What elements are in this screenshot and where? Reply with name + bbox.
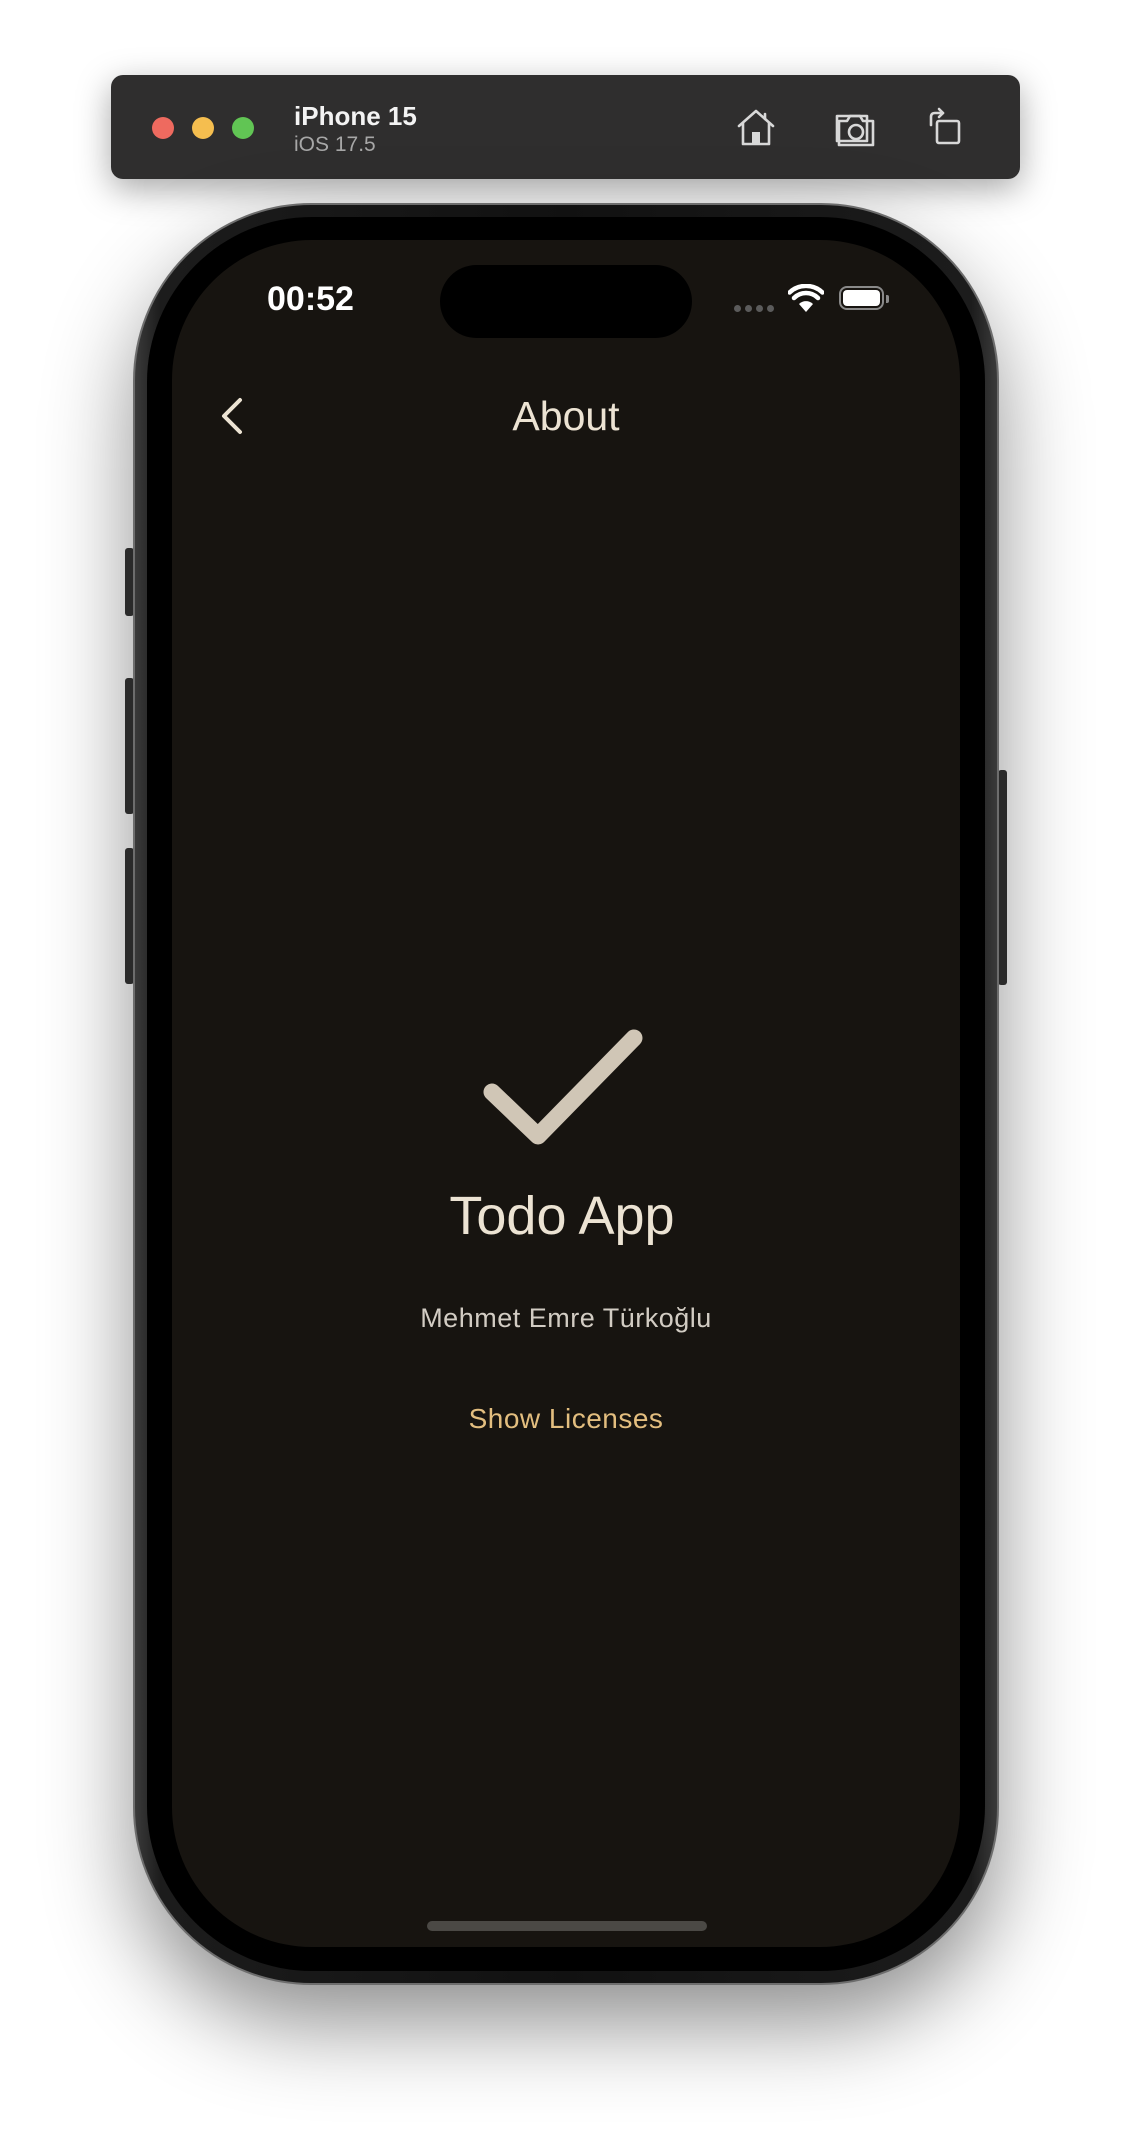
battery-icon <box>839 286 889 310</box>
wifi-icon <box>787 283 825 314</box>
device-name: iPhone 15 <box>294 101 417 131</box>
simulator-toolbar: iPhone 15 iOS 17.5 <box>111 75 1020 179</box>
home-indicator[interactable] <box>427 1921 707 1931</box>
cellular-signal-icon <box>734 305 776 315</box>
screenshot-icon[interactable] <box>831 103 879 151</box>
rotate-icon[interactable] <box>921 103 969 151</box>
show-licenses-button[interactable]: Show Licenses <box>172 1400 960 1438</box>
phone-screen: 00:52 About Todo App Mehmet Emre Türkoğl… <box>172 240 960 1947</box>
status-time: 00:52 <box>267 280 354 318</box>
minimize-window-button[interactable] <box>192 117 214 139</box>
checkmark-icon <box>478 1012 646 1162</box>
home-icon[interactable] <box>732 103 780 151</box>
app-name: Todo App <box>449 1186 675 1246</box>
author-name: Mehmet Emre Türkoğlu <box>420 1303 712 1333</box>
close-window-button[interactable] <box>152 117 174 139</box>
zoom-window-button[interactable] <box>232 117 254 139</box>
page-title: About <box>512 393 620 439</box>
dynamic-island <box>440 265 692 338</box>
os-version: iOS 17.5 <box>294 133 376 156</box>
power-button[interactable] <box>998 770 1007 985</box>
